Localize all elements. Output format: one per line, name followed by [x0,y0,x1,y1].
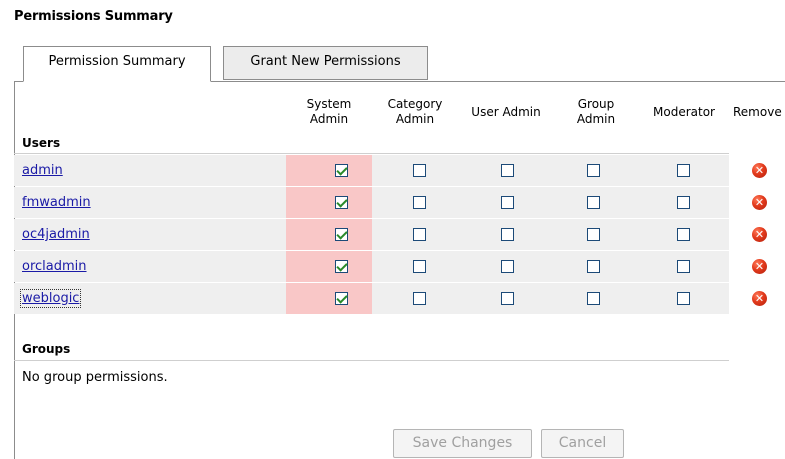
save-changes-button[interactable]: Save Changes [393,429,532,458]
system-admin-checkbox[interactable] [335,196,348,209]
moderator-checkbox[interactable] [677,260,690,273]
groups-section-label: Groups [22,342,71,356]
col-header-category-admin: Category Admin [372,90,458,134]
system-admin-checkbox[interactable] [335,292,348,305]
moderator-checkbox[interactable] [677,164,690,177]
group-admin-checkbox[interactable] [587,292,600,305]
col-header-system-admin: System Admin [286,90,372,134]
category-admin-checkbox[interactable] [413,260,426,273]
col-header-moderator: Moderator [638,90,730,134]
cancel-button[interactable]: Cancel [541,429,624,458]
users-section-divider [14,153,729,154]
user-link-orcladmin[interactable]: orcladmin [22,259,87,274]
col-header-user-admin: User Admin [458,90,554,134]
system-admin-cell [286,187,372,218]
remove-x-icon[interactable]: ✕ [752,195,767,210]
col-header-line: Group [577,97,615,111]
category-admin-checkbox[interactable] [413,164,426,177]
col-header-line: User Admin [471,104,541,119]
remove-x-icon[interactable]: ✕ [752,227,767,242]
user-admin-checkbox[interactable] [501,228,514,241]
system-admin-cell [286,219,372,250]
tab-grant-new-permissions[interactable]: Grant New Permissions [223,46,428,80]
col-header-line: System [306,97,352,111]
moderator-checkbox[interactable] [677,196,690,209]
page-title: Permissions Summary [14,9,173,24]
group-admin-checkbox[interactable] [587,228,600,241]
col-header-line: Category [387,97,443,111]
system-admin-checkbox[interactable] [335,260,348,273]
no-groups-message: No group permissions. [22,370,168,385]
group-admin-checkbox[interactable] [587,196,600,209]
col-header-line: Admin [309,112,349,126]
col-header-line: Admin [576,112,616,126]
remove-x-icon[interactable]: ✕ [752,163,767,178]
user-admin-checkbox[interactable] [501,164,514,177]
category-admin-checkbox[interactable] [413,228,426,241]
user-admin-checkbox[interactable] [501,260,514,273]
system-admin-cell [286,283,372,314]
user-link-weblogic[interactable]: weblogic [19,289,82,308]
col-header-remove: Remove [733,90,785,134]
system-admin-checkbox[interactable] [335,164,348,177]
remove-x-icon[interactable]: ✕ [752,259,767,274]
user-admin-checkbox[interactable] [501,196,514,209]
moderator-checkbox[interactable] [677,228,690,241]
moderator-checkbox[interactable] [677,292,690,305]
system-admin-cell [286,251,372,282]
col-header-line: Admin [395,112,435,126]
group-admin-checkbox[interactable] [587,164,600,177]
group-admin-checkbox[interactable] [587,260,600,273]
users-section-label: Users [22,136,61,150]
user-admin-checkbox[interactable] [501,292,514,305]
remove-x-icon[interactable]: ✕ [752,291,767,306]
user-link-admin[interactable]: admin [22,163,63,178]
col-header-group-admin: Group Admin [554,90,638,134]
user-link-fmwadmin[interactable]: fmwadmin [22,195,91,210]
category-admin-checkbox[interactable] [413,292,426,305]
col-header-line: Remove [733,104,782,119]
category-admin-checkbox[interactable] [413,196,426,209]
system-admin-cell [286,155,372,186]
col-header-line: Moderator [653,104,715,119]
user-link-oc4jadmin[interactable]: oc4jadmin [22,227,90,242]
tab-permission-summary[interactable]: Permission Summary [23,46,211,82]
system-admin-checkbox[interactable] [335,228,348,241]
groups-section-divider [14,360,729,361]
